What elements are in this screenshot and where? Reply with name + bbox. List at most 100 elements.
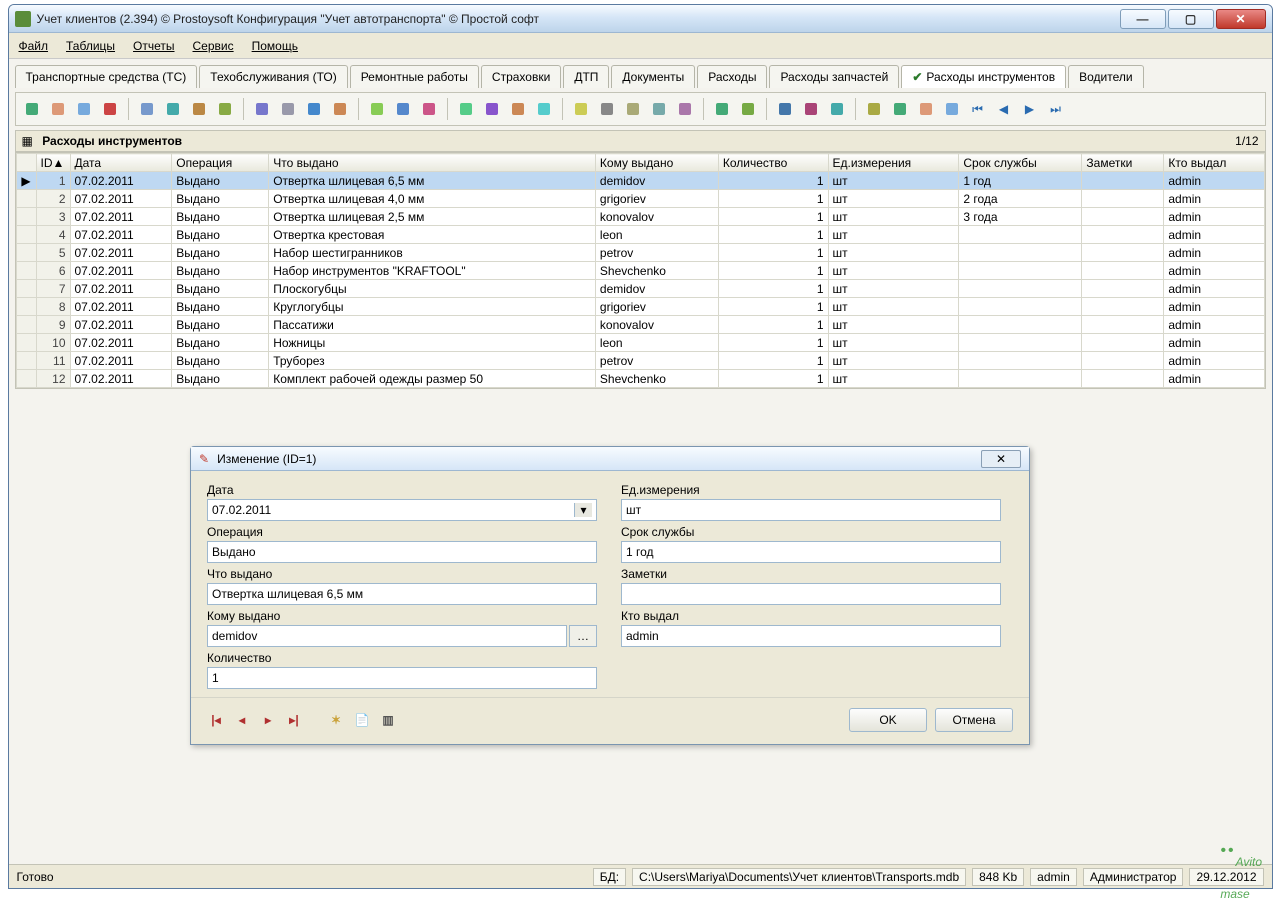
- tab-3[interactable]: Страховки: [481, 65, 561, 88]
- table-row[interactable]: 707.02.2011ВыданоПлоскогубцыdemidov1штad…: [16, 280, 1264, 298]
- menu-service[interactable]: Сервис: [193, 39, 234, 53]
- toolbar-button-14[interactable]: [417, 97, 441, 121]
- input-operation[interactable]: Выдано: [207, 541, 597, 563]
- input-date[interactable]: 07.02.2011 ▾: [207, 499, 597, 521]
- toolbar-button-4[interactable]: [135, 97, 159, 121]
- toolbar-nav-3[interactable]: ⏭: [1044, 97, 1068, 121]
- toolbar-nav-0[interactable]: ⏮: [966, 97, 990, 121]
- toolbar-nav-2[interactable]: ▶: [1018, 97, 1042, 121]
- toolbar-button-19[interactable]: [569, 97, 593, 121]
- menu-tables[interactable]: Таблицы: [66, 39, 115, 53]
- table-row[interactable]: 307.02.2011ВыданоОтвертка шлицевая 2,5 м…: [16, 208, 1264, 226]
- check-icon: ✔: [912, 70, 922, 84]
- input-life[interactable]: 1 год: [621, 541, 1001, 563]
- table-row[interactable]: 1207.02.2011ВыданоКомплект рабочей одежд…: [16, 370, 1264, 388]
- whom-picker-button[interactable]: …: [569, 625, 597, 647]
- toolbar-button-24[interactable]: [710, 97, 734, 121]
- nav-prev-icon[interactable]: ◂: [233, 713, 251, 727]
- toolbar-button-23[interactable]: [673, 97, 697, 121]
- tab-5[interactable]: Документы: [611, 65, 695, 88]
- table-row[interactable]: 1007.02.2011ВыданоНожницыleon1штadmin: [16, 334, 1264, 352]
- toolbar-button-7[interactable]: [213, 97, 237, 121]
- input-qty[interactable]: 1: [207, 667, 597, 689]
- toolbar-button-17[interactable]: [506, 97, 530, 121]
- nav-first-icon[interactable]: |◂: [207, 713, 225, 727]
- menu-help[interactable]: Помощь: [252, 39, 298, 53]
- tab-0[interactable]: Транспортные средства (ТС): [15, 65, 198, 88]
- toolbar-button-26[interactable]: [773, 97, 797, 121]
- col-3[interactable]: Что выдано: [269, 154, 596, 172]
- toolbar-button-32[interactable]: [940, 97, 964, 121]
- tab-1[interactable]: Техобслуживания (ТО): [199, 65, 347, 88]
- menu-reports[interactable]: Отчеты: [133, 39, 174, 53]
- toolbar-button-13[interactable]: [391, 97, 415, 121]
- nav-copy-icon[interactable]: 📄: [353, 713, 371, 727]
- toolbar-button-8[interactable]: [250, 97, 274, 121]
- col-9[interactable]: Кто выдал: [1164, 154, 1264, 172]
- col-2[interactable]: Операция: [172, 154, 269, 172]
- toolbar-button-25[interactable]: [736, 97, 760, 121]
- toolbar-button-22[interactable]: [647, 97, 671, 121]
- tab-7[interactable]: Расходы запчастей: [769, 65, 899, 88]
- table-row[interactable]: 207.02.2011ВыданоОтвертка шлицевая 4,0 м…: [16, 190, 1264, 208]
- menu-file[interactable]: Файл: [19, 39, 49, 53]
- table-row[interactable]: 1107.02.2011ВыданоТруборезpetrov1штadmin: [16, 352, 1264, 370]
- minimize-button[interactable]: —: [1120, 9, 1166, 29]
- tab-9[interactable]: Водители: [1068, 65, 1143, 88]
- table-row[interactable]: ▶107.02.2011ВыданоОтвертка шлицевая 6,5 …: [16, 172, 1264, 190]
- tab-4[interactable]: ДТП: [563, 65, 609, 88]
- toolbar-button-20[interactable]: [595, 97, 619, 121]
- toolbar-button-11[interactable]: [328, 97, 352, 121]
- toolbar-button-21[interactable]: [621, 97, 645, 121]
- ok-button[interactable]: OK: [849, 708, 927, 732]
- toolbar-button-1[interactable]: [46, 97, 70, 121]
- toolbar-button-27[interactable]: [799, 97, 823, 121]
- table-row[interactable]: 807.02.2011ВыданоКруглогубцыgrigoriev1шт…: [16, 298, 1264, 316]
- col-5[interactable]: Количество: [718, 154, 828, 172]
- toolbar-button-18[interactable]: [532, 97, 556, 121]
- nav-new-icon[interactable]: ✶: [327, 713, 345, 727]
- toolbar-button-16[interactable]: [480, 97, 504, 121]
- col-1[interactable]: Дата: [70, 154, 172, 172]
- toolbar-button-9[interactable]: [276, 97, 300, 121]
- toolbar-button-12[interactable]: [365, 97, 389, 121]
- col-0[interactable]: ID▲: [36, 154, 70, 172]
- maximize-button[interactable]: ▢: [1168, 9, 1214, 29]
- input-notes[interactable]: [621, 583, 1001, 605]
- tab-2[interactable]: Ремонтные работы: [350, 65, 479, 88]
- toolbar-button-10[interactable]: [302, 97, 326, 121]
- tab-6[interactable]: Расходы: [697, 65, 767, 88]
- toolbar-button-3[interactable]: [98, 97, 122, 121]
- col-6[interactable]: Ед.измерения: [828, 154, 959, 172]
- input-what[interactable]: Отвертка шлицевая 6,5 мм: [207, 583, 597, 605]
- date-dropdown-icon[interactable]: ▾: [574, 503, 592, 517]
- data-grid[interactable]: ID▲ДатаОперацияЧто выданоКому выданоКоли…: [15, 152, 1266, 389]
- toolbar-nav-1[interactable]: ◀: [992, 97, 1016, 121]
- toolbar-button-2[interactable]: [72, 97, 96, 121]
- table-row[interactable]: 407.02.2011ВыданоОтвертка крестоваяleon1…: [16, 226, 1264, 244]
- input-by[interactable]: admin: [621, 625, 1001, 647]
- nav-next-icon[interactable]: ▸: [259, 713, 277, 727]
- dialog-close-button[interactable]: ✕: [981, 450, 1021, 468]
- table-row[interactable]: 507.02.2011ВыданоНабор шестигранниковpet…: [16, 244, 1264, 262]
- toolbar-button-30[interactable]: [888, 97, 912, 121]
- table-row[interactable]: 607.02.2011ВыданоНабор инструментов "KRA…: [16, 262, 1264, 280]
- toolbar-button-15[interactable]: [454, 97, 478, 121]
- toolbar-button-28[interactable]: [825, 97, 849, 121]
- cancel-button[interactable]: Отмена: [935, 708, 1013, 732]
- table-row[interactable]: 907.02.2011ВыданоПассатижиkonovalov1штad…: [16, 316, 1264, 334]
- toolbar-button-31[interactable]: [914, 97, 938, 121]
- col-8[interactable]: Заметки: [1082, 154, 1164, 172]
- close-button[interactable]: ✕: [1216, 9, 1266, 29]
- toolbar-button-6[interactable]: [187, 97, 211, 121]
- input-whom[interactable]: demidov: [207, 625, 567, 647]
- col-7[interactable]: Срок службы: [959, 154, 1082, 172]
- col-4[interactable]: Кому выдано: [595, 154, 718, 172]
- toolbar-button-0[interactable]: [20, 97, 44, 121]
- input-unit[interactable]: шт: [621, 499, 1001, 521]
- nav-misc-icon[interactable]: ▥: [379, 713, 397, 727]
- toolbar-button-29[interactable]: [862, 97, 886, 121]
- nav-last-icon[interactable]: ▸|: [285, 713, 303, 727]
- tab-8[interactable]: ✔Расходы инструментов: [901, 65, 1066, 88]
- toolbar-button-5[interactable]: [161, 97, 185, 121]
